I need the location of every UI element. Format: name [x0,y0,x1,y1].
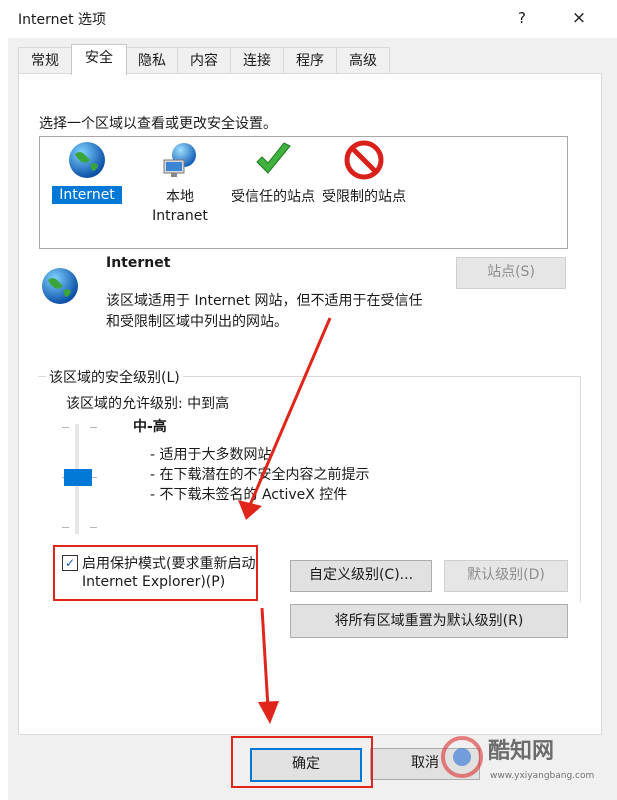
watermark: 酷知网 www.yxiyangbang.com [440,725,610,795]
annotation-arrows [238,317,332,724]
watermark-logo-icon [441,736,483,778]
watermark-title: 酷知网 [488,739,555,764]
watermark-url: www.yxiyangbang.com [490,771,595,781]
